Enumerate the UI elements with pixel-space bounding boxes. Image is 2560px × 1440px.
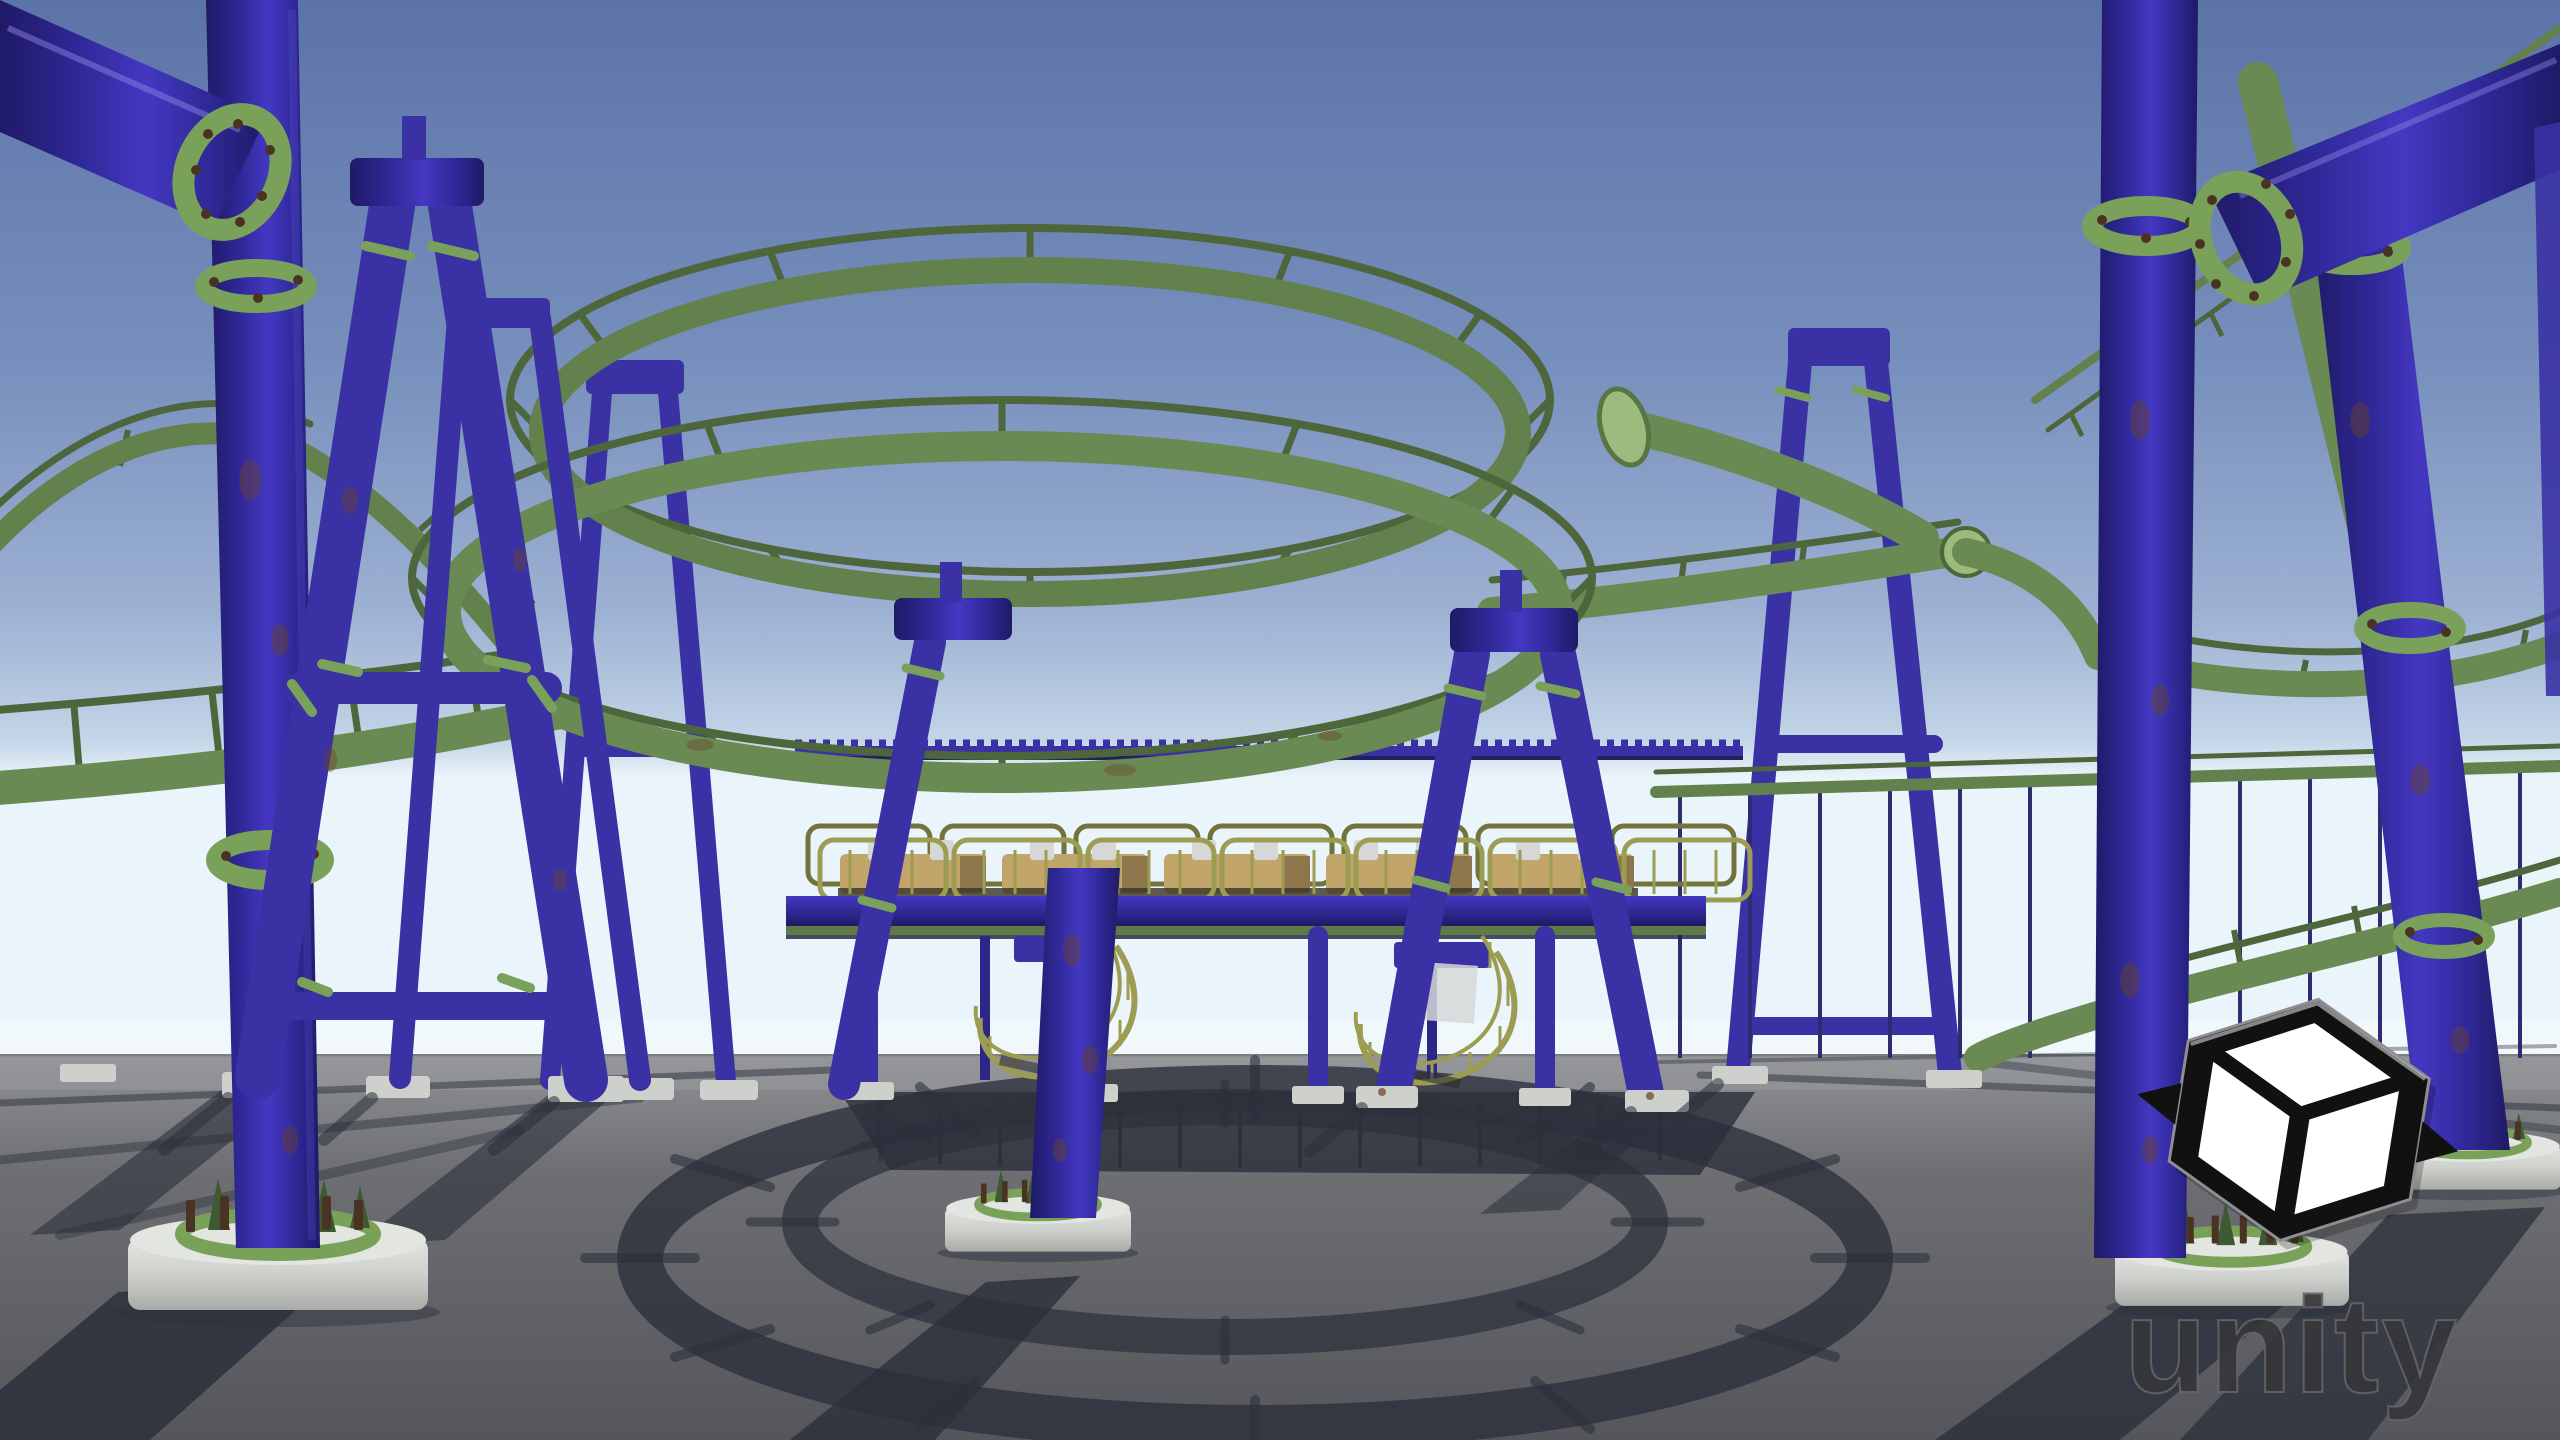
render-viewport: unity (0, 0, 2560, 1440)
station-deck (786, 896, 1706, 939)
coaster-render: unity (0, 0, 2560, 1440)
unity-wordmark: unity (2124, 1269, 2459, 1421)
